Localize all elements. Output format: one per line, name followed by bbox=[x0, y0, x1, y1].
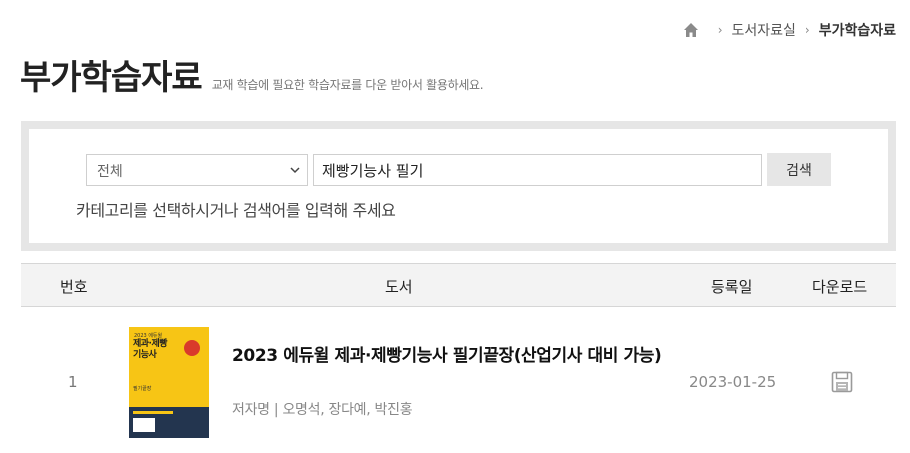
breadcrumb-item-library[interactable]: 도서자료실 bbox=[732, 20, 796, 40]
floppy-disk-icon[interactable] bbox=[831, 371, 853, 393]
cover-band bbox=[129, 407, 209, 438]
table-header: 번호 도서 등록일 다운로드 bbox=[21, 263, 896, 307]
column-header-no: 번호 bbox=[60, 278, 88, 296]
page-title: 부가학습자료 bbox=[20, 58, 203, 98]
page-description: 교재 학습에 필요한 학습자료를 다운 받아서 활용하세요. bbox=[211, 78, 484, 92]
search-button[interactable]: 검색 bbox=[767, 153, 831, 186]
search-input[interactable] bbox=[313, 154, 762, 186]
column-header-download: 다운로드 bbox=[812, 278, 868, 296]
breadcrumb: › 도서자료실 › 부가학습자료 bbox=[683, 20, 896, 40]
breadcrumb-item-current: 부가학습자료 bbox=[818, 23, 896, 39]
page-header: 부가학습자료 교재 학습에 필요한 학습자료를 다운 받아서 활용하세요. bbox=[20, 50, 484, 99]
book-cover-image[interactable]: 2023 에듀윌 제과·제빵 기능사 필기끝장 bbox=[129, 327, 209, 438]
search-hint: 카테고리를 선택하시거나 검색어를 입력해 주세요 bbox=[76, 201, 396, 220]
category-select[interactable]: 전체 bbox=[86, 154, 308, 186]
search-panel-inner: 전체 검색 카테고리를 선택하시거나 검색어를 입력해 주세요 bbox=[29, 129, 888, 243]
cover-title: 제과·제빵 기능사 bbox=[133, 339, 168, 361]
home-icon[interactable] bbox=[683, 22, 699, 38]
chevron-down-icon bbox=[290, 167, 300, 174]
search-panel: 전체 검색 카테고리를 선택하시거나 검색어를 입력해 주세요 bbox=[21, 121, 896, 251]
category-select-value: 전체 bbox=[97, 164, 123, 180]
column-header-book: 도서 bbox=[385, 278, 413, 296]
cover-subtitle: 필기끝장 bbox=[133, 386, 152, 392]
book-title-link[interactable]: 2023 에듀윌 제과·제빵기능사 필기끝장(산업기사 대비 가능) bbox=[232, 344, 672, 369]
column-header-date: 등록일 bbox=[711, 278, 753, 296]
book-authors: 저자명 | 오명석, 장다예, 박진홍 bbox=[232, 402, 413, 418]
chevron-right-icon: › bbox=[717, 23, 723, 37]
cover-text: 2023 에듀윌 bbox=[134, 333, 163, 339]
cover-title-line: 기능사 bbox=[133, 350, 157, 360]
cover-badge bbox=[184, 340, 200, 356]
registration-date: 2023-01-25 bbox=[689, 373, 777, 391]
chevron-right-icon: › bbox=[804, 23, 810, 37]
cover-title-line: 제과·제빵 bbox=[133, 339, 168, 349]
row-number: 1 bbox=[68, 373, 78, 391]
table-row: 1 2023 에듀윌 제과·제빵 기능사 필기끝장 2023 에듀윌 제과·제빵… bbox=[21, 308, 896, 453]
